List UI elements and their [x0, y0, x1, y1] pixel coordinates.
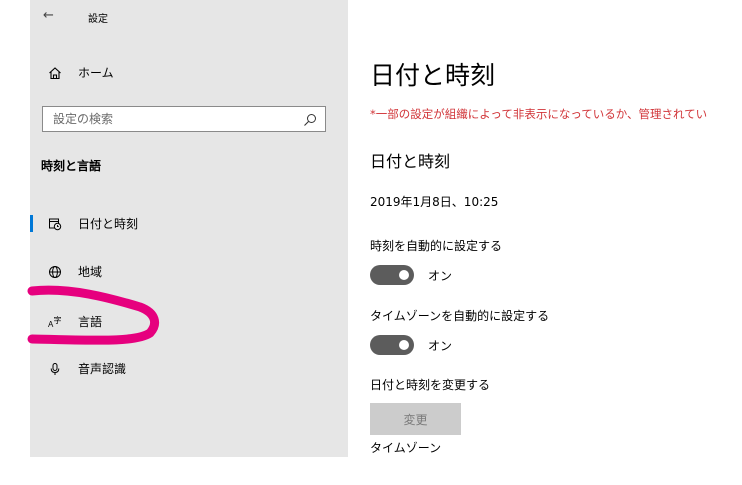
sidebar-item-datetime[interactable]: 日付と時刻	[30, 215, 138, 232]
home-label: ホーム	[78, 66, 114, 80]
microphone-icon	[48, 362, 62, 376]
sidebar-item-label: 地域	[78, 265, 103, 279]
auto-timezone-label: タイムゾーンを自動的に設定する	[370, 309, 550, 323]
auto-time-toggle[interactable]	[370, 265, 414, 285]
svg-text:字: 字	[54, 315, 62, 325]
sidebar: ← 設定 ホーム 時刻と言語 日付と時刻 地域 A字 言語	[30, 0, 348, 457]
home-icon	[48, 66, 62, 80]
auto-timezone-toggle[interactable]	[370, 335, 414, 355]
auto-time-state: オン	[428, 269, 453, 283]
back-arrow-icon[interactable]: ←	[43, 8, 54, 23]
bottom-margin	[0, 457, 742, 485]
section-title: 日付と時刻	[370, 152, 451, 171]
toggle-knob	[399, 270, 409, 280]
policy-warning: *一部の設定が組織によって非表示になっているか、管理されてい	[370, 107, 708, 121]
auto-time-label: 時刻を自動的に設定する	[370, 239, 503, 253]
sidebar-item-label: 音声認識	[78, 362, 127, 376]
home-link[interactable]: ホーム	[30, 64, 114, 81]
calendar-clock-icon	[48, 217, 62, 231]
main-content: 日付と時刻 *一部の設定が組織によって非表示になっているか、管理されてい 日付と…	[348, 0, 742, 457]
page-title: 日付と時刻	[370, 61, 496, 90]
current-datetime: 2019年1月8日、10:25	[370, 195, 499, 209]
change-datetime-label: 日付と時刻を変更する	[370, 378, 491, 392]
search-icon[interactable]	[303, 112, 317, 126]
toggle-knob	[399, 340, 409, 350]
timezone-label: タイムゾーン	[370, 441, 442, 455]
sidebar-item-region[interactable]: 地域	[30, 263, 102, 280]
sidebar-item-label: 日付と時刻	[78, 217, 139, 231]
sidebar-item-speech[interactable]: 音声認識	[30, 360, 126, 377]
sidebar-item-language[interactable]: A字 言語	[30, 313, 102, 330]
section-header: 時刻と言語	[41, 159, 102, 173]
sidebar-item-label: 言語	[78, 315, 103, 329]
change-button[interactable]: 変更	[370, 403, 461, 435]
window-title: 設定	[88, 14, 108, 25]
globe-icon	[48, 265, 62, 279]
search-box[interactable]	[42, 106, 326, 132]
language-icon: A字	[48, 315, 62, 329]
left-margin	[0, 0, 30, 457]
search-input[interactable]	[53, 112, 293, 126]
auto-timezone-state: オン	[428, 339, 453, 353]
